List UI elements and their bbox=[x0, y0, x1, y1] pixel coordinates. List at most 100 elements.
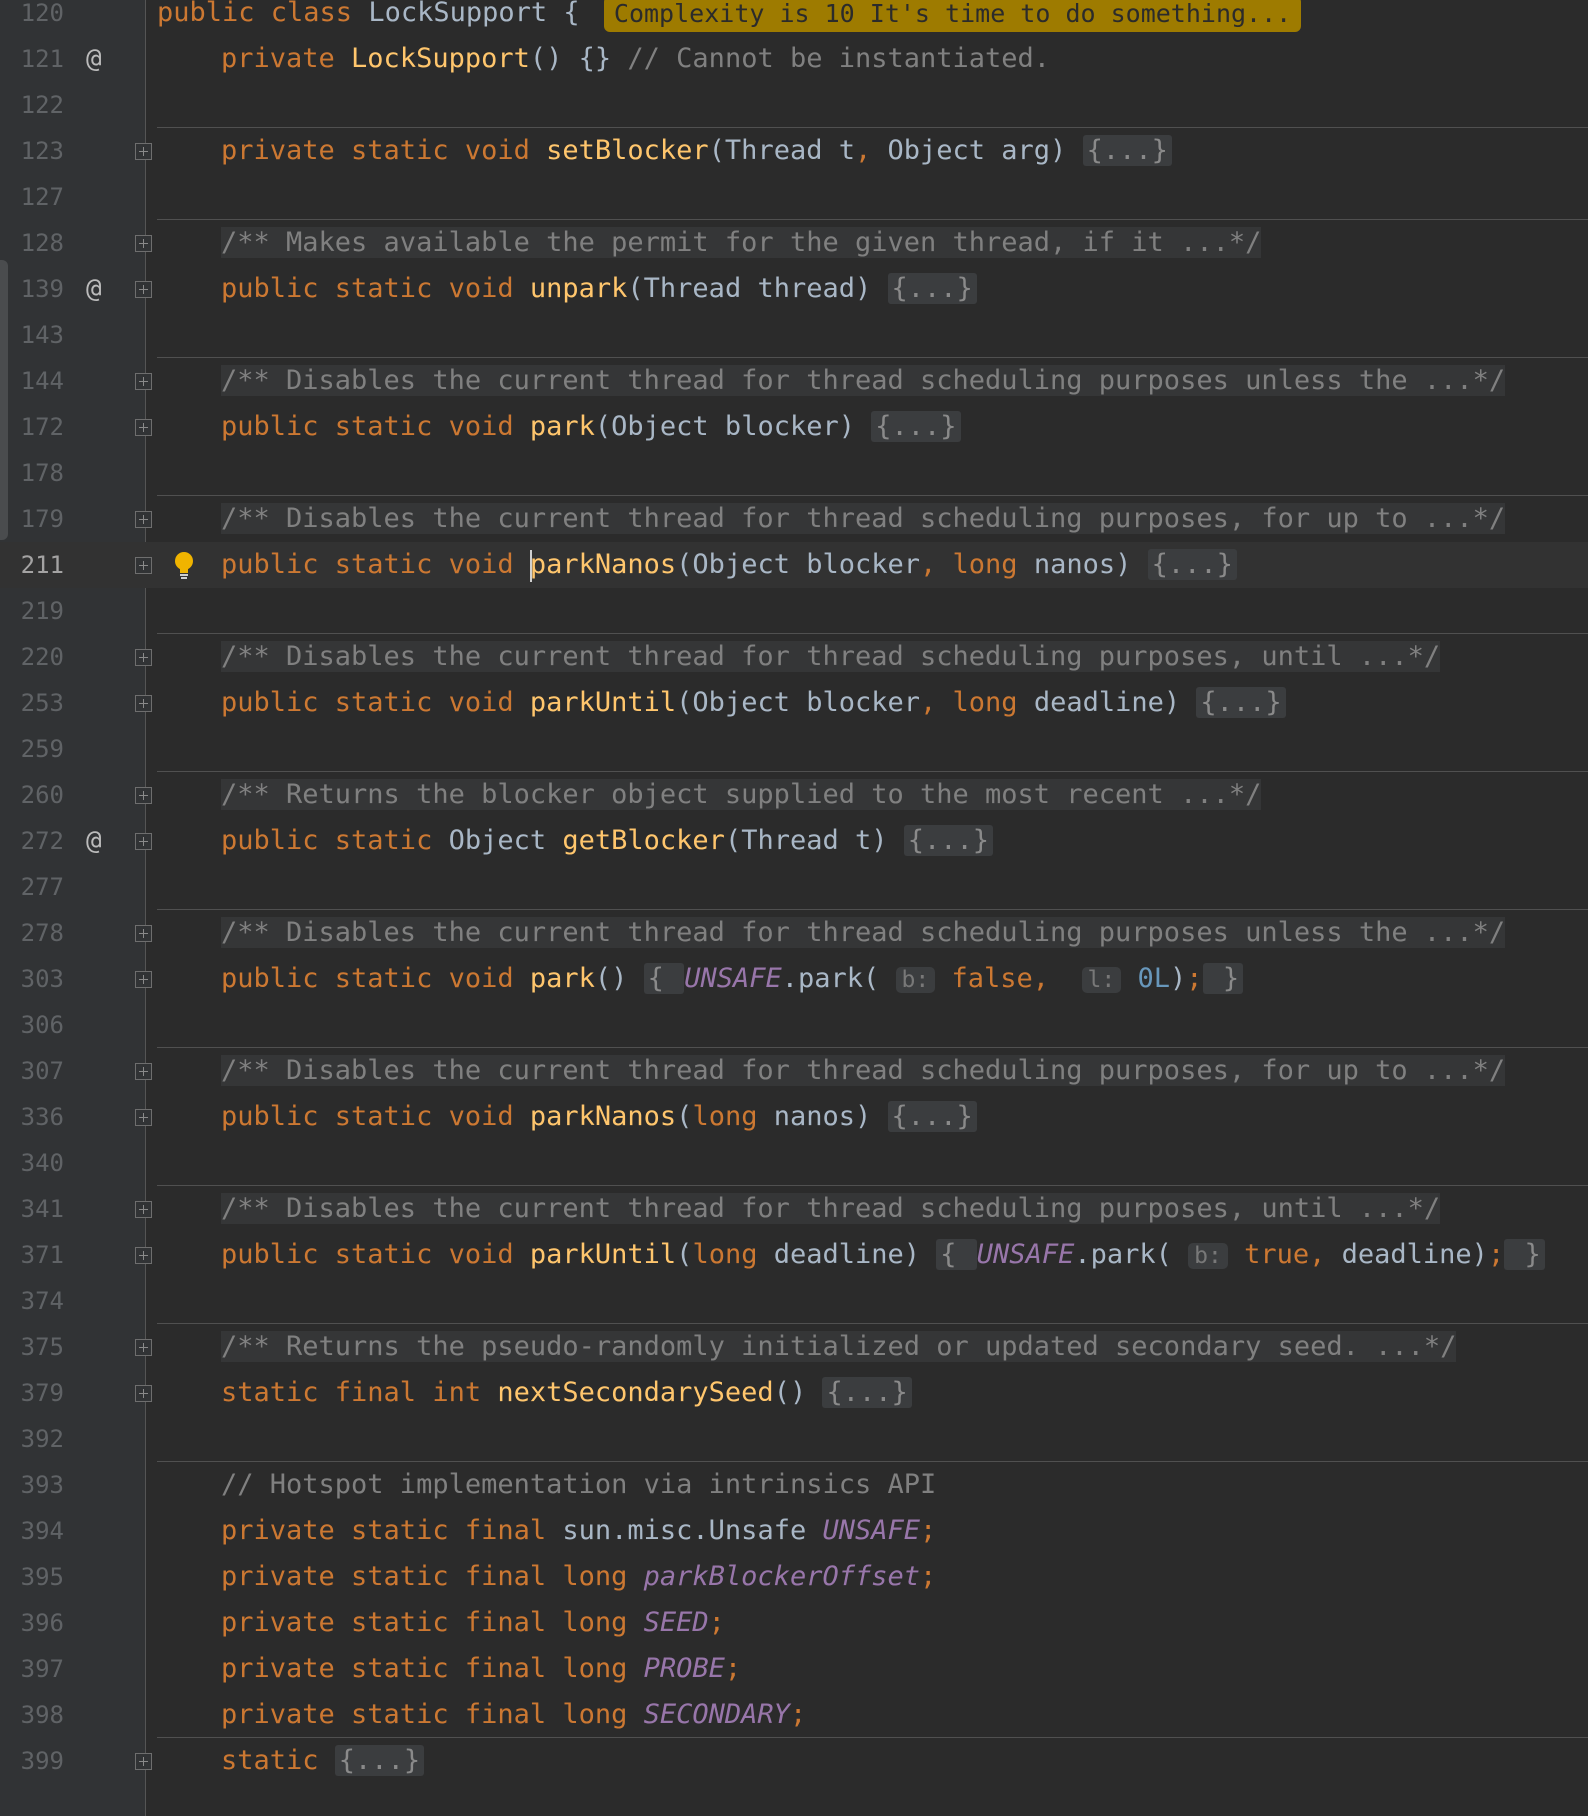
line-number[interactable]: 123 bbox=[0, 128, 64, 174]
line-number[interactable]: 253 bbox=[0, 680, 64, 726]
line-number[interactable]: 172 bbox=[0, 404, 64, 450]
folded-region[interactable]: {...} bbox=[871, 411, 961, 442]
code-text[interactable]: private static final long SECONDARY; bbox=[221, 1692, 806, 1738]
line-number[interactable]: 379 bbox=[0, 1370, 64, 1416]
fold-expand-icon[interactable] bbox=[135, 787, 152, 804]
line-number[interactable]: 259 bbox=[0, 726, 64, 772]
folded-doc-comment[interactable]: /** Makes available the permit for the g… bbox=[221, 227, 1262, 258]
code-text[interactable]: /** Disables the current thread for thre… bbox=[221, 910, 1506, 956]
folded-region[interactable]: } bbox=[1202, 963, 1244, 994]
fold-expand-icon[interactable] bbox=[135, 373, 152, 390]
code-text[interactable]: // Hotspot implementation via intrinsics… bbox=[221, 1462, 936, 1508]
folded-doc-comment[interactable]: /** Disables the current thread for thre… bbox=[221, 365, 1506, 396]
code-line[interactable]: 121 @ private LockSupport() {} // Cannot b… bbox=[0, 36, 1588, 82]
code-line[interactable]: 172 public static void park(Object blocke… bbox=[0, 404, 1588, 450]
fold-expand-icon[interactable] bbox=[135, 649, 152, 666]
line-number[interactable]: 375 bbox=[0, 1324, 64, 1370]
code-text[interactable]: /** Disables the current thread for thre… bbox=[221, 1048, 1506, 1094]
code-line[interactable]: 144 /** Disables the current thread for t… bbox=[0, 358, 1588, 404]
override-marker-icon[interactable]: @ bbox=[86, 818, 102, 864]
line-number[interactable]: 272 bbox=[0, 818, 64, 864]
code-text[interactable]: private LockSupport() {} // Cannot be in… bbox=[221, 36, 1050, 82]
line-number[interactable]: 340 bbox=[0, 1140, 64, 1186]
folded-region[interactable]: {...} bbox=[887, 1101, 977, 1132]
line-number[interactable]: 392 bbox=[0, 1416, 64, 1462]
fold-expand-icon[interactable] bbox=[135, 925, 152, 942]
code-line[interactable]: 392 bbox=[0, 1416, 1588, 1462]
code-text[interactable]: /** Disables the current thread for thre… bbox=[221, 634, 1441, 680]
code-line[interactable]: 398 private static final long SECONDARY; bbox=[0, 1692, 1588, 1738]
line-number[interactable]: 122 bbox=[0, 82, 64, 128]
code-line[interactable]: 379 static final int nextSecondarySeed() … bbox=[0, 1370, 1588, 1416]
code-line[interactable]: 341 /** Disables the current thread for t… bbox=[0, 1186, 1588, 1232]
code-line[interactable]: 399 static {...} bbox=[0, 1738, 1588, 1784]
fold-expand-icon[interactable] bbox=[135, 143, 152, 160]
code-line[interactable]: 395 private static final long parkBlocker… bbox=[0, 1554, 1588, 1600]
code-text[interactable]: public static void park() { UNSAFE.park(… bbox=[221, 956, 1244, 1003]
code-text[interactable]: /** Makes available the permit for the g… bbox=[221, 220, 1262, 266]
code-line[interactable]: 374 bbox=[0, 1278, 1588, 1324]
code-text[interactable]: private static void setBlocker(Thread t,… bbox=[221, 128, 1172, 174]
code-line[interactable]: 307 /** Disables the current thread for t… bbox=[0, 1048, 1588, 1094]
line-number[interactable]: 143 bbox=[0, 312, 64, 358]
line-number[interactable]: 394 bbox=[0, 1508, 64, 1554]
folded-region[interactable]: {...} bbox=[903, 825, 994, 856]
code-line[interactable]: 260 /** Returns the blocker object suppli… bbox=[0, 772, 1588, 818]
fold-expand-icon[interactable] bbox=[135, 1109, 152, 1126]
fold-expand-icon[interactable] bbox=[135, 511, 152, 528]
line-number[interactable]: 396 bbox=[0, 1600, 64, 1646]
folded-doc-comment[interactable]: /** Disables the current thread for thre… bbox=[221, 503, 1506, 534]
code-line[interactable]: 272 @ public static Object getBlocker(Thre… bbox=[0, 818, 1588, 864]
line-number[interactable]: 144 bbox=[0, 358, 64, 404]
code-text[interactable]: public static void unpark(Thread thread)… bbox=[221, 266, 977, 312]
code-line[interactable]: 253 public static void parkUntil(Object b… bbox=[0, 680, 1588, 726]
fold-expand-icon[interactable] bbox=[135, 971, 152, 988]
code-line[interactable]: 277 bbox=[0, 864, 1588, 910]
fold-expand-icon[interactable] bbox=[135, 695, 152, 712]
line-number[interactable]: 277 bbox=[0, 864, 64, 910]
code-text[interactable]: public static void parkUntil(Object bloc… bbox=[221, 680, 1286, 726]
code-text[interactable]: public static Object getBlocker(Thread t… bbox=[221, 818, 994, 864]
folded-region[interactable]: {...} bbox=[887, 273, 977, 304]
line-number[interactable]: 260 bbox=[0, 772, 64, 818]
folded-region[interactable]: {...} bbox=[1082, 135, 1172, 166]
code-text[interactable]: /** Disables the current thread for thre… bbox=[221, 1186, 1441, 1232]
folded-region[interactable]: {...} bbox=[1196, 687, 1286, 718]
folded-doc-comment[interactable]: /** Disables the current thread for thre… bbox=[221, 1055, 1506, 1086]
code-line[interactable]: 179 /** Disables the current thread for t… bbox=[0, 496, 1588, 542]
fold-expand-icon[interactable] bbox=[135, 419, 152, 436]
code-line[interactable]: 127 bbox=[0, 174, 1588, 220]
folded-region[interactable]: } bbox=[1504, 1239, 1545, 1270]
code-line[interactable]: 393 // Hotspot implementation via intrins… bbox=[0, 1462, 1588, 1508]
code-text[interactable]: private static final sun.misc.Unsafe UNS… bbox=[221, 1508, 936, 1554]
code-line[interactable]: 219 bbox=[0, 588, 1588, 634]
fold-expand-icon[interactable] bbox=[135, 1339, 152, 1356]
code-line[interactable]: 143 bbox=[0, 312, 1588, 358]
line-number[interactable]: 121 bbox=[0, 36, 64, 82]
folded-doc-comment[interactable]: /** Disables the current thread for thre… bbox=[221, 917, 1506, 948]
folded-region[interactable]: { bbox=[936, 1239, 977, 1270]
line-number[interactable]: 341 bbox=[0, 1186, 64, 1232]
code-line[interactable]: 123 private static void setBlocker(Thread… bbox=[0, 128, 1588, 174]
code-line[interactable]: 220 /** Disables the current thread for t… bbox=[0, 634, 1588, 680]
code-editor[interactable]: 120 public class LockSupport { Complexity… bbox=[0, 0, 1588, 1816]
fold-expand-icon[interactable] bbox=[135, 1201, 152, 1218]
line-number[interactable]: 139 bbox=[0, 266, 64, 312]
fold-expand-icon[interactable] bbox=[135, 1247, 152, 1264]
line-number[interactable]: 179 bbox=[0, 496, 64, 542]
code-text[interactable]: public static void parkUntil(long deadli… bbox=[221, 1232, 1545, 1279]
code-line[interactable]: 278 /** Disables the current thread for t… bbox=[0, 910, 1588, 956]
line-number[interactable]: 395 bbox=[0, 1554, 64, 1600]
fold-expand-icon[interactable] bbox=[135, 557, 152, 574]
line-number[interactable]: 120 bbox=[0, 0, 64, 36]
lightbulb-icon[interactable] bbox=[171, 550, 197, 582]
code-line[interactable]: 394 private static final sun.misc.Unsafe … bbox=[0, 1508, 1588, 1554]
code-line[interactable]: 396 private static final long SEED; bbox=[0, 1600, 1588, 1646]
override-marker-icon[interactable]: @ bbox=[86, 266, 102, 312]
fold-expand-icon[interactable] bbox=[135, 1063, 152, 1080]
code-text[interactable]: private static final long PROBE; bbox=[221, 1646, 741, 1692]
code-line[interactable]: 397 private static final long PROBE; bbox=[0, 1646, 1588, 1692]
line-number[interactable]: 307 bbox=[0, 1048, 64, 1094]
override-marker-icon[interactable]: @ bbox=[86, 36, 102, 82]
code-text[interactable]: private static final long parkBlockerOff… bbox=[221, 1554, 936, 1600]
